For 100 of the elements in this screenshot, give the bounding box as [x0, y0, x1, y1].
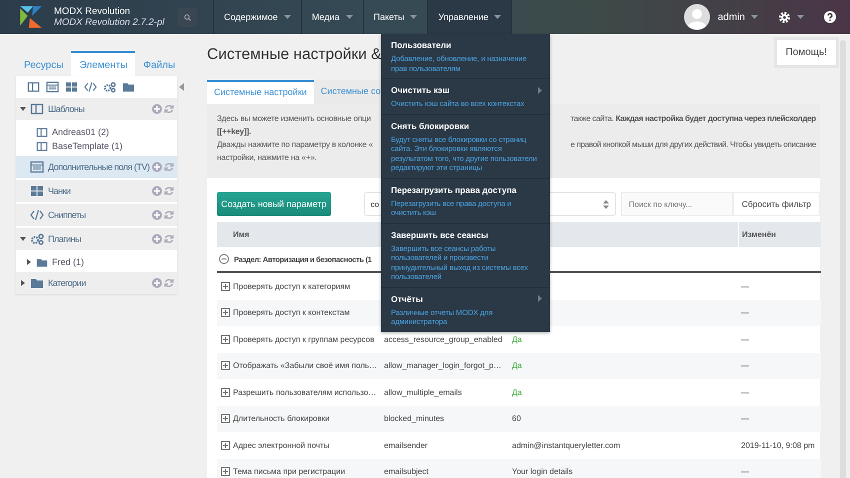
help-button[interactable]: Помощь!	[776, 40, 836, 65]
caret-icon	[284, 15, 291, 19]
table-cell: Проверять доступ к контекстам	[233, 308, 350, 318]
version-label: MODX Revolution 2.7.2-pl	[54, 17, 166, 28]
tree-label: Fred (1)	[52, 257, 84, 267]
add-icon[interactable]	[152, 104, 162, 114]
caret-icon	[797, 15, 804, 19]
table-cell: —	[741, 388, 749, 397]
menu-item[interactable]: Содержимое	[214, 0, 302, 34]
add-icon[interactable]	[152, 234, 162, 244]
description-text: е правой кнопкой мыши для других действий. Чтобы увидеть описание	[570, 139, 816, 151]
entry-title: Перезагрузить права доступа	[391, 184, 516, 194]
create-button[interactable]: Создать новый параметр	[217, 192, 331, 216]
table-cell: Да	[512, 388, 522, 397]
table-cell: —	[741, 414, 749, 424]
entry-title: Снять блокировки	[391, 120, 470, 130]
add-icon[interactable]	[152, 162, 162, 172]
table-cell: Your login details	[512, 467, 573, 476]
page-title: Системные настройки &	[207, 46, 382, 64]
settings-icon[interactable]	[778, 10, 791, 24]
add-icon[interactable]	[152, 186, 162, 196]
table-cell: Тема письма при регистрации	[233, 467, 346, 476]
expand-arrow-icon[interactable]	[26, 259, 32, 265]
tree-label: Плагины	[48, 234, 81, 244]
tree-item[interactable]: BaseTemplate (1)	[22, 139, 177, 153]
expand-icon[interactable]	[220, 440, 230, 450]
tree-item[interactable]: Дополнительные поля (TV)	[16, 156, 177, 178]
table-cell: allow_manager_login_forgot_p…	[384, 361, 502, 370]
entry-title: Завершить все сеансы	[391, 230, 488, 240]
description-text: Дважды нажмите по параметру в колонке «	[217, 139, 373, 151]
tree-label: Шаблоны	[48, 104, 84, 114]
table-cell: Адрес электронной почты	[233, 440, 330, 450]
folder-icon	[36, 256, 48, 268]
menu-item[interactable]: Медиа	[302, 0, 364, 34]
tree-label: BaseTemplate (1)	[52, 141, 123, 151]
expand-arrow-icon[interactable]	[20, 236, 26, 242]
menu-item[interactable]: Управление	[428, 0, 512, 34]
expand-icon[interactable]	[220, 308, 230, 318]
expand-icon[interactable]	[220, 388, 230, 397]
expand-icon[interactable]	[220, 361, 230, 370]
description-text: Здесь вы можете изменить основные опци	[217, 113, 372, 125]
tree-item[interactable]: Категории	[16, 272, 177, 294]
tree-label: Дополнительные поля (TV)	[48, 162, 150, 172]
table-cell: emailsender	[384, 440, 428, 450]
tree-item[interactable]: Шаблоны	[16, 98, 177, 120]
tree-item[interactable]: Чанки	[16, 180, 177, 202]
add-icon[interactable]	[152, 278, 162, 288]
tree-item[interactable]: Fred (1)	[22, 255, 177, 269]
tree-label: Чанки	[48, 186, 70, 196]
tree-item[interactable]: Andreas01 (2)	[22, 125, 177, 139]
sort-arrows-icon	[602, 200, 609, 208]
chunk-icon[interactable]	[65, 81, 78, 93]
column-header[interactable]: Имя	[233, 230, 384, 239]
table-cell: Да	[512, 361, 522, 370]
tree-label: Категории	[48, 278, 86, 288]
category-icon[interactable]	[122, 81, 135, 93]
table-cell: Отображать «Забыли своё имя поль…	[233, 361, 378, 370]
expand-arrow-icon[interactable]	[20, 106, 26, 112]
add-icon[interactable]	[152, 210, 162, 220]
help-icon[interactable]	[824, 11, 836, 23]
caret-icon	[346, 15, 353, 19]
expand-icon[interactable]	[220, 282, 230, 291]
reset-filter-button[interactable]: Сбросить фильтр	[732, 192, 820, 216]
table-cell: 60	[512, 414, 521, 424]
description-text: настройки, нажмите на «+».	[217, 152, 318, 164]
caret-icon	[494, 15, 502, 19]
table-cell: allow_multiple_emails	[384, 388, 462, 397]
expand-arrow-icon[interactable]	[20, 280, 26, 286]
table-cell: emailsubject	[384, 467, 428, 476]
search-button[interactable]	[178, 8, 197, 26]
table-cell: —	[741, 334, 749, 344]
table-cell: —	[741, 467, 749, 476]
brand-name: MODX Revolution	[54, 6, 132, 17]
table-cell: Разрешить пользователям использо…	[233, 388, 376, 397]
description-text: [[++key]].	[217, 126, 252, 138]
tab[interactable]: Системные настройки	[207, 80, 314, 104]
table-cell: —	[741, 361, 749, 370]
table-cell: access_resource_group_enabled	[384, 334, 502, 344]
table-cell: Длительность блокировки	[233, 414, 330, 424]
tree-label: Сниппеты	[48, 210, 86, 220]
collapse-icon[interactable]	[219, 254, 229, 264]
table-cell: —	[741, 308, 749, 318]
table-cell: Проверять доступ к группам ресурсов	[233, 334, 374, 344]
expand-icon[interactable]	[220, 414, 230, 424]
chunk-icon	[30, 185, 44, 197]
table-cell: Проверять доступ к категориям	[233, 282, 350, 291]
column-header[interactable]: Изменён	[738, 222, 821, 247]
tree-item[interactable]: Сниппеты	[16, 204, 177, 226]
search-field[interactable]: Поиск по ключу...	[620, 192, 733, 216]
expand-icon[interactable]	[220, 334, 230, 344]
tree-item[interactable]: Плагины	[16, 228, 177, 250]
expand-icon[interactable]	[220, 467, 230, 476]
description-text: также сайта. Каждая настройка будет доступна через плейсхолдер	[570, 113, 816, 125]
logo-icon	[18, 4, 44, 30]
user-name[interactable]: admin	[718, 12, 745, 22]
collapse-icon[interactable]	[179, 83, 184, 91]
avatar-icon[interactable]	[684, 4, 710, 30]
table-cell: blocked_minutes	[384, 414, 444, 424]
table-cell: 2019-11-10, 9:08 pm	[741, 440, 815, 450]
tree-label: Andreas01 (2)	[52, 127, 110, 137]
